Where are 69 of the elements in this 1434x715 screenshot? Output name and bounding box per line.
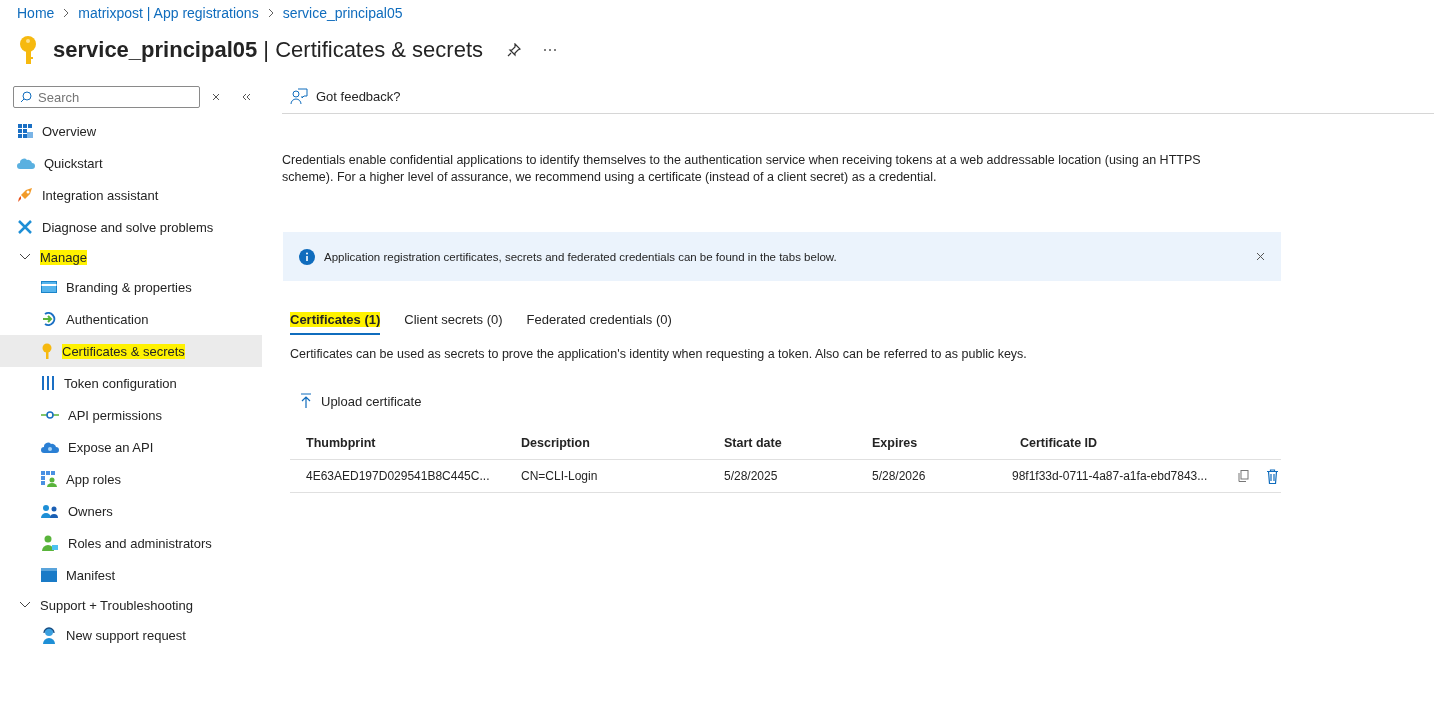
breadcrumb-link[interactable]: Home bbox=[17, 5, 55, 21]
grid-person-icon bbox=[41, 471, 57, 487]
more-icon[interactable] bbox=[543, 48, 558, 52]
nav-group-header[interactable]: Support + Troubleshooting bbox=[0, 591, 262, 619]
copy-icon[interactable] bbox=[1238, 470, 1249, 482]
table-cell-text: 5/28/2026 bbox=[872, 469, 927, 483]
chevron-right-icon bbox=[266, 8, 275, 18]
nav-group-header[interactable]: Manage bbox=[0, 243, 262, 271]
chevron-down-icon[interactable] bbox=[19, 601, 31, 609]
upload-icon bbox=[300, 393, 312, 409]
chevron-down-icon[interactable] bbox=[19, 253, 31, 261]
card-icon bbox=[41, 281, 57, 293]
pin-icon[interactable] bbox=[507, 43, 522, 57]
close-icon[interactable] bbox=[1256, 252, 1265, 261]
column-header: Certificate ID bbox=[1019, 436, 1099, 450]
nav-item[interactable]: Token configuration bbox=[0, 367, 262, 399]
document-icon bbox=[41, 568, 57, 582]
rocket-icon bbox=[17, 187, 33, 203]
nav-item[interactable]: App roles bbox=[0, 463, 262, 495]
bars-icon bbox=[41, 375, 55, 391]
person-icon bbox=[41, 535, 59, 551]
grid-icon bbox=[17, 123, 33, 139]
people-icon bbox=[41, 504, 59, 518]
search-field[interactable]: Search bbox=[13, 86, 200, 108]
cloud-icon bbox=[17, 156, 35, 170]
table-cell-text: 5/28/2025 bbox=[724, 469, 779, 483]
nav-item[interactable]: Overview bbox=[0, 115, 262, 147]
table-cell-text: 4E63AED197D029541B8C445C... bbox=[306, 469, 491, 483]
tools-icon bbox=[17, 219, 33, 235]
tab[interactable]: Federated credentials (0) bbox=[526, 312, 672, 335]
cloud-icon bbox=[41, 440, 59, 454]
nav-item[interactable]: Branding & properties bbox=[0, 271, 262, 303]
nav-item[interactable]: Integration assistant bbox=[0, 179, 262, 211]
feedback-button[interactable]: Got feedback? bbox=[290, 87, 401, 105]
plug-icon bbox=[41, 409, 59, 421]
table-cell-text: 98f1f33d-0711-4a87-a1fa-ebd7843... bbox=[1012, 469, 1209, 483]
info-icon bbox=[299, 248, 315, 265]
trash-icon[interactable] bbox=[1266, 468, 1279, 484]
column-header: Start date bbox=[724, 436, 783, 450]
upload-button[interactable]: Upload certificate bbox=[300, 393, 422, 409]
nav-item[interactable]: Quickstart bbox=[0, 147, 262, 179]
tab-caption: Certificates can be used as secrets to prove the application's identity when requesting a token. Also can be referred to as public keys. bbox=[290, 347, 1028, 361]
nav-item[interactable]: Manifest bbox=[0, 559, 262, 591]
nav-item[interactable]: API permissions bbox=[0, 399, 262, 431]
headset-person-icon bbox=[41, 626, 57, 644]
collapse-icon[interactable] bbox=[241, 93, 251, 101]
nav-item[interactable]: Certificates & secrets bbox=[0, 335, 262, 367]
sign-in-icon bbox=[41, 311, 57, 327]
page-title: service_principal05 | Certificates & secrets bbox=[53, 37, 484, 63]
nav-item[interactable]: Owners bbox=[0, 495, 262, 527]
table-cell-text: CN=CLI-Login bbox=[521, 469, 599, 483]
chevron-right-icon bbox=[62, 8, 71, 18]
key-icon bbox=[17, 35, 39, 65]
key-icon bbox=[41, 343, 53, 359]
nav-item[interactable]: Diagnose and solve problems bbox=[0, 211, 262, 243]
nav-item[interactable]: Roles and administrators bbox=[0, 527, 262, 559]
close-icon[interactable] bbox=[212, 93, 220, 101]
info-message: Application registration certificates, secrets and federated credentials can be found in the tabs below. bbox=[324, 250, 838, 263]
breadcrumb-link[interactable]: service_principal05 bbox=[282, 5, 403, 21]
nav-item[interactable]: Expose an API bbox=[0, 431, 262, 463]
feedback-icon bbox=[290, 87, 308, 105]
nav-item[interactable]: Authentication bbox=[0, 303, 262, 335]
column-header: Thumbprint bbox=[306, 436, 377, 450]
column-header: Description bbox=[521, 436, 591, 450]
description-text: Credentials enable confidential applications to identify themselves to the authentication service when receiving tokens at a web addressable location (using an HTTPS scheme). For a higher level of assurance, we recommend using a certificate (instead of a client secret) as a credential. bbox=[282, 152, 1202, 186]
breadcrumb-link[interactable]: matrixpost | App registrations bbox=[78, 5, 259, 21]
column-header: Expires bbox=[872, 436, 919, 450]
tab[interactable]: Client secrets (0) bbox=[404, 312, 503, 335]
nav-item[interactable]: New support request bbox=[0, 619, 262, 651]
